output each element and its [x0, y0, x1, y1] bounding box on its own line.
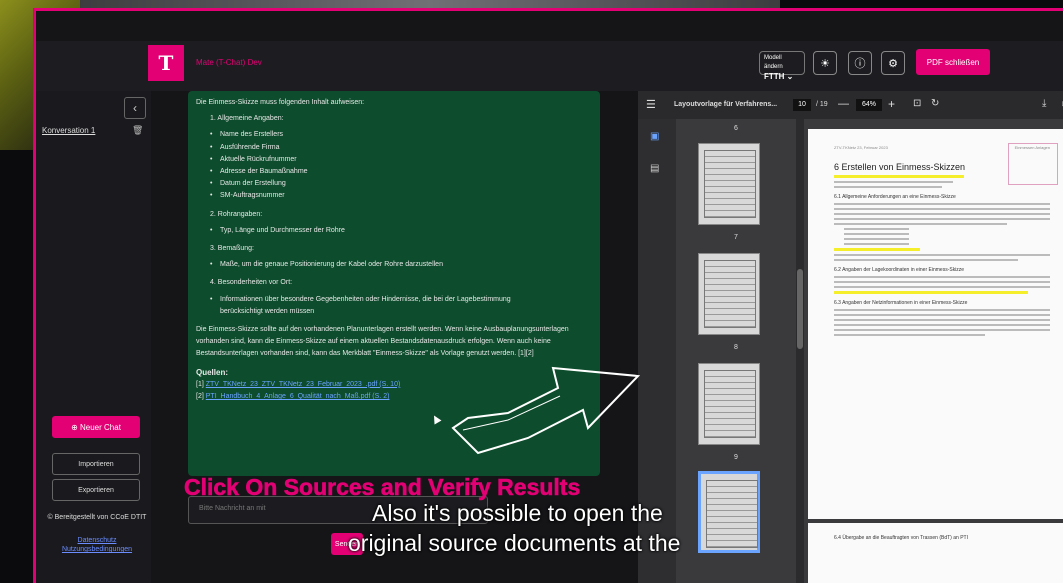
app-title: Mate (T-Chat) Dev — [196, 58, 262, 67]
page-thumbnail[interactable] — [698, 253, 760, 335]
list-item: Informationen über besondere Gegebenheit… — [196, 294, 592, 318]
subtitle-line: Also it's possible to open the — [372, 500, 663, 526]
source-number: [2] — [196, 393, 204, 401]
list-item: Maße, um die genaue Positionierung der K… — [196, 259, 592, 271]
export-button[interactable]: Exportieren — [52, 479, 140, 501]
download-icon[interactable]: ⤓ — [1042, 98, 1046, 109]
sidebar-collapse-button[interactable]: ‹ — [124, 97, 146, 119]
thumb-page-number: 6 — [734, 125, 738, 132]
pdf-toolbar: ☰ Layoutvorlage für Verfahrens... 10 / 1… — [638, 91, 1063, 119]
import-button[interactable]: Importieren — [52, 453, 140, 475]
section-heading: 1. Allgemeine Angaben: — [210, 115, 284, 123]
pdf-page: ZTV-TKNetz 23, Februar 2023 Einmessen Anl… — [808, 129, 1063, 519]
model-label: Modell ändern — [764, 55, 783, 70]
thumbnails-icon[interactable]: ▣ — [650, 131, 659, 142]
privacy-link[interactable]: Datenschutz — [42, 536, 152, 545]
terms-link[interactable]: Nutzungsbedingungen — [42, 545, 152, 554]
answer-intro: Die Einmess-Skizze muss folgenden Inhalt… — [196, 99, 365, 106]
fit-page-icon[interactable]: ⊡ — [913, 98, 921, 109]
source-number: [1] — [196, 380, 204, 388]
list-item: Aktuelle Rückrufnummer — [196, 154, 592, 166]
info-icon: ⓘ — [854, 58, 866, 70]
video-frame: T Mate (T-Chat) Dev Modell ändern FTTH ⌄… — [0, 0, 1063, 583]
sun-icon: ☀ — [820, 57, 830, 70]
outline-icon[interactable]: ▤ — [650, 163, 659, 174]
doc-subheading: 6.2 Angaben der Lagekoordinaten in einer… — [834, 267, 965, 273]
list-item: Name des Erstellers — [196, 129, 592, 141]
zoom-level[interactable]: 64% — [856, 99, 882, 111]
page-thumbnail-selected[interactable] — [698, 471, 760, 553]
annotation-arrow-icon — [451, 366, 641, 455]
section-heading: 3. Bemaßung: — [210, 245, 254, 253]
doc-subheading: 6.1 Allgemeine Anforderungen an eine Ein… — [834, 194, 956, 200]
model-select[interactable]: Modell ändern FTTH ⌄ — [759, 51, 805, 81]
pdf-title: Layoutvorlage für Verfahrens... — [674, 101, 778, 108]
menu-icon[interactable]: ☰ — [646, 98, 656, 111]
sidebar: ‹ Konversation 1 🗑 ⊕ Neuer Chat Importie… — [36, 91, 151, 583]
new-chat-label: Neuer Chat — [80, 422, 121, 432]
gear-icon: ⚙ — [888, 57, 898, 70]
list-item: SM-Auftragsnummer — [196, 190, 592, 202]
pdf-page-next: 6.4 Übergabe an die Beauftragten von Tra… — [808, 523, 1063, 583]
chevron-left-icon: ‹ — [133, 101, 137, 115]
figure-diagram — [1008, 143, 1058, 185]
list-item: Adresse der Baumaßnahme — [196, 166, 592, 178]
zoom-out-icon[interactable]: — — [838, 98, 849, 110]
page-number-input[interactable]: 10 — [793, 99, 811, 111]
list-item: Typ, Länge und Durchmesser der Rohre — [196, 225, 592, 237]
page-thumbnail[interactable] — [698, 143, 760, 225]
chevron-down-icon: ⌄ — [786, 72, 794, 81]
conversation-item[interactable]: Konversation 1 — [42, 126, 95, 135]
info-button[interactable]: ⓘ — [848, 51, 872, 75]
copyright-text: © Bereitgestellt von CCoE DTIT — [47, 514, 147, 521]
theme-toggle-button[interactable]: ☀ — [813, 51, 837, 75]
thumb-page-number: 7 — [734, 234, 738, 241]
rotate-icon[interactable]: ↻ — [931, 98, 939, 109]
thumb-page-number: 8 — [734, 344, 738, 351]
video-caption: Click On Sources and Verify Results — [184, 474, 581, 501]
new-chat-button[interactable]: ⊕ Neuer Chat — [52, 416, 140, 438]
page-header-left: ZTV-TKNetz 23, Februar 2023 — [834, 145, 888, 150]
thumbnail-panel: 6 7 8 9 — [676, 119, 796, 583]
list-item: Datum der Erstellung — [196, 178, 592, 190]
close-pdf-button[interactable]: PDF schließen — [916, 49, 990, 75]
zoom-in-icon[interactable]: + — [888, 97, 895, 111]
answer-paragraph: Die Einmess-Skizze sollte auf den vorhan… — [196, 326, 569, 358]
thumb-page-number: 9 — [734, 454, 738, 461]
thumbnail-scrollbar[interactable] — [796, 119, 804, 583]
subtitle-line: original source documents at the — [348, 530, 681, 556]
page-thumbnail[interactable] — [698, 363, 760, 445]
trash-icon[interactable]: 🗑 — [132, 125, 143, 136]
doc-subheading: 6.3 Angaben der Netzinformationen in ein… — [834, 300, 968, 306]
pdf-viewer: ☰ Layoutvorlage für Verfahrens... 10 / 1… — [638, 91, 1063, 583]
settings-button[interactable]: ⚙ — [881, 51, 905, 75]
doc-subheading: 6.4 Übergabe an die Beauftragten von Tra… — [834, 535, 968, 541]
page-total: / 19 — [816, 101, 828, 108]
footer-links: Datenschutz Nutzungsbedingungen — [42, 536, 152, 554]
telekom-logo[interactable]: T — [148, 45, 184, 81]
list-item: Ausführende Firma — [196, 142, 592, 154]
section-heading: 2. Rohrangaben: — [210, 210, 263, 218]
section-heading: 4. Besonderheiten vor Ort: — [210, 279, 293, 287]
source-link[interactable]: ZTV_TKNetz_23_ZTV_TKNetz_23_Februar_2023… — [206, 381, 401, 388]
app-header: T Mate (T-Chat) Dev Modell ändern FTTH ⌄… — [36, 41, 1063, 91]
source-link[interactable]: PTI_Handbuch_4_Anlage_6_Qualität_nach_Ma… — [206, 393, 390, 400]
plus-circle-icon: ⊕ — [71, 422, 80, 432]
model-value: FTTH — [764, 72, 785, 81]
